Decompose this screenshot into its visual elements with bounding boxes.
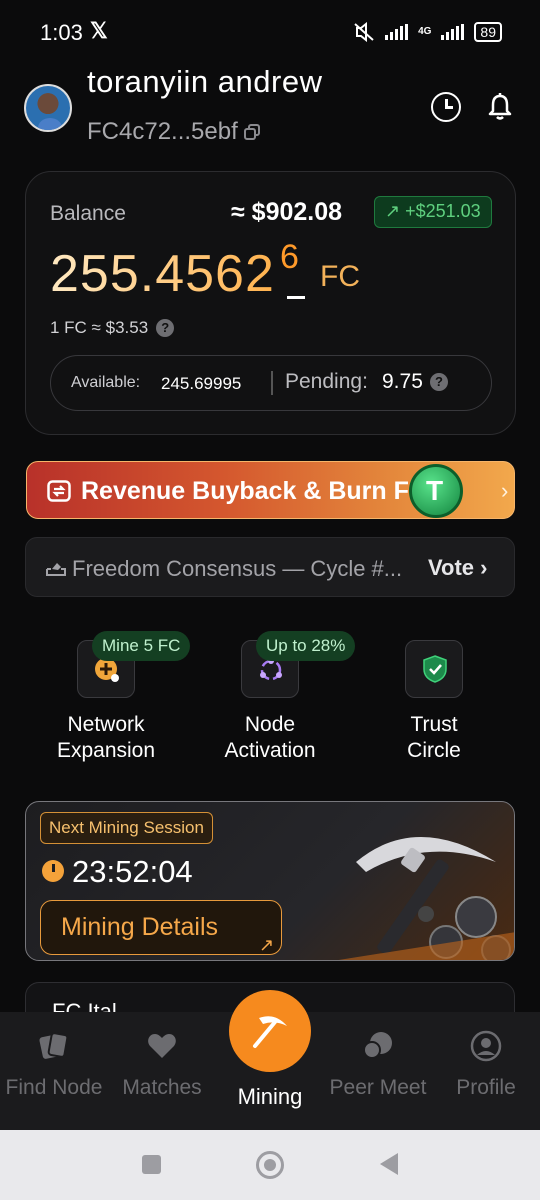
back-icon[interactable] — [380, 1153, 398, 1175]
nav-mining-label: Mining — [237, 1084, 303, 1109]
signal-icon — [385, 24, 409, 40]
home-icon[interactable] — [256, 1151, 284, 1179]
tile-label-line: Circle — [407, 739, 461, 762]
pickaxe-illustration-icon — [338, 837, 514, 960]
balance-unit: FC — [320, 260, 360, 293]
consensus-bar[interactable]: Freedom Consensus — Cycle #... Vote › — [25, 537, 515, 597]
chevron-right-icon: › — [480, 555, 488, 580]
balance-card: Balance ≈ $902.08 ↗ +$251.03 255.4562 6 … — [25, 171, 516, 435]
balance-usd: ≈ $902.08 — [231, 198, 343, 226]
mining-details-button[interactable]: Mining Details ↗ — [40, 900, 282, 955]
balance-amount-digit: 6 — [280, 238, 299, 276]
pending-value: 9.75 — [382, 370, 423, 393]
token-coin-icon: T — [409, 464, 463, 518]
ballot-box-icon — [46, 563, 66, 576]
timer-icon — [42, 860, 64, 882]
banner-label: Revenue Buyback & Burn FC — [81, 477, 427, 505]
tile-badge-mine: Mine 5 FC — [92, 631, 191, 661]
tile-label-line: Trust — [410, 713, 458, 736]
mute-vibrate-icon — [354, 22, 374, 42]
countdown-timer: 23:52:04 — [72, 854, 193, 889]
bell-icon[interactable] — [485, 92, 515, 122]
exchange-rate: 1 FC ≈ $3.53 ? — [50, 318, 175, 338]
gain-badge: ↗ +$251.03 — [374, 196, 492, 228]
gain-value: +$251.03 — [405, 201, 481, 221]
status-time: 1:03 — [40, 20, 83, 45]
balance-amount: 255.4562 — [50, 245, 275, 303]
next-session-tag: Next Mining Session — [40, 812, 213, 844]
copy-icon[interactable] — [243, 124, 260, 140]
wallet-address[interactable]: FC4c72...5ebf — [87, 118, 260, 146]
nav-label: Peer Meet — [329, 1076, 427, 1099]
available-value: 245.69995 — [161, 374, 242, 393]
amount-cursor — [287, 296, 305, 299]
vote-label: Vote — [428, 555, 475, 580]
system-nav-bar — [0, 1130, 540, 1200]
avatar[interactable] — [24, 84, 72, 132]
exchange-rate-text: 1 FC ≈ $3.53 — [50, 318, 149, 337]
trust-circle-tile[interactable] — [405, 640, 463, 698]
pending-label: Pending: — [285, 370, 368, 393]
status-bar: 1:03 𝕏 4G 89 — [0, 0, 540, 62]
pickaxe-icon — [253, 1016, 287, 1048]
nav-mining-button[interactable] — [229, 990, 311, 1072]
nav-label: Find Node — [5, 1076, 103, 1099]
tile-label-line: Network — [67, 713, 145, 736]
revenue-buyback-banner[interactable]: Revenue Buyback & Burn FC T › — [26, 461, 515, 519]
wallet-address-text: FC4c72...5ebf — [87, 118, 238, 145]
divider — [271, 371, 273, 395]
external-arrow-icon: ↗ — [259, 935, 275, 955]
vote-link[interactable]: Vote › — [428, 555, 488, 581]
chat-bubbles-icon — [363, 1032, 392, 1059]
node-activation-label[interactable]: Node Activation — [190, 712, 350, 764]
heart-icon — [148, 1034, 176, 1058]
4g-signal-icon — [441, 24, 465, 40]
battery-icon: 89 — [474, 22, 502, 42]
recents-icon[interactable] — [142, 1155, 161, 1174]
balance-label: Balance — [50, 202, 126, 225]
mining-session-card: Next Mining Session 23:52:04 Mining Deta… — [25, 801, 515, 961]
help-icon[interactable]: ? — [156, 319, 175, 337]
cards-icon — [39, 1032, 69, 1059]
chevron-right-icon: › — [501, 478, 509, 503]
network-expansion-label[interactable]: Network Expansion — [26, 712, 186, 764]
username: toranyiin andrew — [87, 64, 323, 99]
tile-badge-upto: Up to 28% — [256, 631, 356, 661]
nav-label: Matches — [122, 1076, 202, 1099]
trust-shield-icon — [423, 655, 447, 683]
trend-up-icon: ↗ — [385, 201, 401, 221]
network-type: 4G — [418, 26, 432, 37]
pending-help-icon[interactable]: ? — [430, 373, 448, 391]
tile-label-line: Expansion — [56, 739, 156, 762]
profile-icon — [470, 1030, 502, 1062]
consensus-text: Freedom Consensus — Cycle #... — [72, 556, 403, 581]
x-icon: 𝕏 — [90, 18, 108, 43]
tile-label-line: Node — [244, 713, 296, 736]
available-label: Available: — [71, 374, 141, 391]
mining-details-label: Mining Details — [61, 913, 219, 941]
exchange-icon — [47, 480, 71, 502]
available-pending-pill: Available: 245.69995 Pending: 9.75 ? — [50, 355, 492, 411]
nav-label: Profile — [456, 1076, 516, 1099]
trust-circle-label[interactable]: Trust Circle — [354, 712, 514, 764]
coin-letter: T — [426, 475, 444, 506]
history-clock-icon[interactable] — [431, 92, 461, 122]
tile-label-line: Activation — [224, 739, 316, 762]
